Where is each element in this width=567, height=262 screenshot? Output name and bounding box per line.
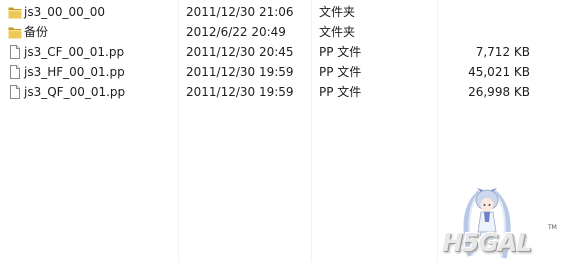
file-type: PP 文件 bbox=[319, 65, 362, 79]
date-modified: 2011/12/30 21:06 bbox=[186, 5, 294, 19]
file-name: js3_00_00_00 bbox=[24, 5, 106, 19]
file-row[interactable]: js3_CF_00_01.pp 2011/12/30 20:45 PP 文件 7… bbox=[0, 42, 567, 62]
file-row[interactable]: js3_00_00_00 2011/12/30 21:06 文件夹 bbox=[0, 2, 567, 22]
date-modified: 2012/6/22 20:49 bbox=[186, 25, 286, 39]
file-size: 45,021 KB bbox=[468, 65, 530, 79]
file-size: 7,712 KB bbox=[475, 45, 530, 59]
file-type: PP 文件 bbox=[319, 85, 362, 99]
file-icon bbox=[7, 84, 23, 100]
file-icon bbox=[7, 44, 23, 60]
file-name: 备份 bbox=[24, 25, 49, 39]
file-size: 26,998 KB bbox=[468, 85, 530, 99]
file-type: 文件夹 bbox=[319, 5, 356, 19]
file-type: 文件夹 bbox=[319, 25, 356, 39]
file-icon bbox=[7, 64, 23, 80]
folder-icon bbox=[7, 24, 23, 40]
watermark-logo-text: H5GAL bbox=[442, 228, 532, 257]
watermark-trademark: TM bbox=[548, 224, 557, 231]
file-row[interactable]: js3_HF_00_01.pp 2011/12/30 19:59 PP 文件 4… bbox=[0, 62, 567, 82]
site-watermark-logo: H5GAL TM bbox=[436, 186, 564, 260]
date-modified: 2011/12/30 19:59 bbox=[186, 85, 294, 99]
file-name: js3_HF_00_01.pp bbox=[24, 65, 125, 79]
file-type: PP 文件 bbox=[319, 45, 362, 59]
file-row[interactable]: js3_QF_00_01.pp 2011/12/30 19:59 PP 文件 2… bbox=[0, 82, 567, 102]
folder-icon bbox=[7, 4, 23, 20]
file-name: js3_CF_00_01.pp bbox=[24, 45, 125, 59]
file-row[interactable]: 备份 2012/6/22 20:49 文件夹 bbox=[0, 22, 567, 42]
file-name: js3_QF_00_01.pp bbox=[24, 85, 126, 99]
date-modified: 2011/12/30 19:59 bbox=[186, 65, 294, 79]
date-modified: 2011/12/30 20:45 bbox=[186, 45, 294, 59]
file-list: js3_00_00_00 2011/12/30 21:06 文件夹 备份 201… bbox=[0, 0, 567, 102]
